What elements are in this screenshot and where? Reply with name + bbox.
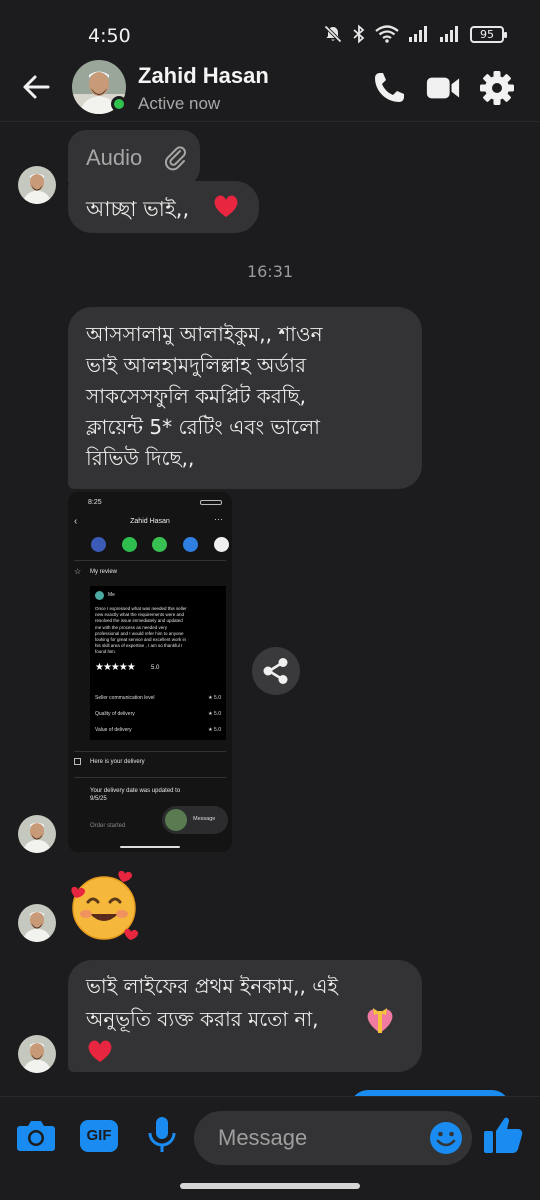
microphone-icon[interactable] <box>146 1115 178 1155</box>
shared-screenshot-image[interactable]: 8:25 ‹ Zahid Hasan ··· ☆ My review Me On… <box>68 492 232 852</box>
messages-icon <box>152 537 167 552</box>
message-input[interactable]: Message <box>194 1111 472 1165</box>
shot-divider <box>74 777 226 778</box>
shot-divider <box>74 751 226 752</box>
review-line: found him. <box>95 649 117 655</box>
message-text-line: সাকসেসফুলি কমপ্লিট করছি, <box>86 384 306 408</box>
contact-name[interactable]: Zahid Hasan <box>138 63 269 89</box>
emoji-icon[interactable] <box>428 1120 464 1156</box>
gif-button[interactable]: GIF <box>80 1120 118 1152</box>
delivery-date-line: Your delivery date was updated to <box>90 788 181 794</box>
shot-review-card: Me Once I expressed what was needed this… <box>90 586 226 740</box>
battery-level: 95 <box>480 27 494 41</box>
sender-avatar[interactable] <box>18 166 56 204</box>
message-bubble[interactable]: ভাই লাইফের প্রথম ইনকাম,, এই অনুভূতি ব্যক… <box>68 960 422 1072</box>
message-placeholder: Message <box>218 1125 308 1150</box>
bluetooth-icon <box>353 24 365 44</box>
phone-icon[interactable] <box>371 70 407 106</box>
review-line: resolved the issue immediately and updat… <box>95 618 183 624</box>
status-icons: 95 <box>323 24 507 44</box>
delivery-date-line: 9/5/25 <box>90 796 107 802</box>
thumbs-up-icon[interactable] <box>482 1115 524 1155</box>
message-text: আচ্ছা ভাই,, <box>86 197 190 221</box>
criteria-label: Value of delivery <box>95 727 132 733</box>
share-icon <box>263 658 288 684</box>
facebook-icon <box>91 537 106 552</box>
conversation-header: Zahid Hasan Active now <box>0 56 540 122</box>
criteria-score-value: 5.0 <box>214 727 221 733</box>
five-star-rating-icon: ★★★★★ <box>95 662 136 673</box>
shot-more-icon: ··· <box>214 514 223 524</box>
shot-time: 8:25 <box>88 499 102 506</box>
criteria-score: ★ 5.0 <box>208 695 221 701</box>
criteria-label: Seller communication level <box>95 695 155 701</box>
message-text-line: ভাই আলহামদুলিল্লাহ অর্ডার <box>86 353 306 377</box>
online-status-dot <box>111 96 127 112</box>
heart-with-ribbon-emoji-icon <box>367 1008 393 1033</box>
message-text-line: ভাই লাইফের প্রথম ইনকাম,, এই <box>86 974 338 998</box>
reviewer-avatar <box>95 591 104 600</box>
share-button[interactable] <box>252 647 300 695</box>
message-text-line: ক্লায়েন্ট 5* রেটিং এবং ভালো <box>86 415 320 439</box>
shot-divider <box>74 560 226 561</box>
shot-my-review: My review <box>90 569 118 575</box>
active-status: Active now <box>138 94 221 113</box>
shot-order-started: Order started <box>90 823 126 829</box>
status-bar: 4:50 95 <box>0 0 540 62</box>
heart-emoji-icon <box>88 1040 112 1062</box>
audio-label: Audio <box>86 145 143 170</box>
shot-pill-avatar <box>165 809 187 831</box>
back-arrow-icon[interactable] <box>18 68 56 106</box>
wifi-icon <box>375 25 399 43</box>
message-text-line: অনুভূতি ব্যক্ত করার মতো না, <box>86 1007 319 1031</box>
battery-indicator: 95 <box>470 25 507 43</box>
status-time: 4:50 <box>88 25 131 47</box>
shot-message-pill: Message <box>162 806 228 834</box>
criteria-row: Seller communication level ★ 5.0 <box>95 695 221 701</box>
star-outline-icon: ☆ <box>74 567 82 576</box>
sender-avatar[interactable] <box>18 815 56 853</box>
shot-status-icons <box>200 500 222 505</box>
signal-2-icon <box>440 26 458 42</box>
box-icon <box>74 758 81 765</box>
shot-title: Zahid Hasan <box>130 518 170 525</box>
criteria-score: ★ 5.0 <box>208 727 221 733</box>
smiling-face-with-hearts-emoji-icon[interactable] <box>68 870 142 942</box>
gif-label: GIF <box>86 1127 112 1144</box>
heart-emoji-icon <box>214 195 238 217</box>
message-text-line: আসসালামু আলাইকুম,, শাওন <box>86 322 323 346</box>
criteria-label: Quality of delivery <box>95 711 135 717</box>
sender-avatar[interactable] <box>18 1035 56 1073</box>
home-indicator[interactable] <box>180 1183 360 1189</box>
upload-icon <box>214 537 229 552</box>
camera-icon[interactable] <box>16 1117 56 1153</box>
criteria-row: Value of delivery ★ 5.0 <box>95 727 221 733</box>
sender-avatar[interactable] <box>18 904 56 942</box>
mail-icon <box>183 537 198 552</box>
message-bubble[interactable]: আসসালামু আলাইকুম,, শাওন ভাই আলহামদুলিল্ল… <box>68 307 422 489</box>
shot-message-label: Message <box>193 816 216 822</box>
criteria-row: Quality of delivery ★ 5.0 <box>95 711 221 717</box>
criteria-score: ★ 5.0 <box>208 711 221 717</box>
attachment-clip-icon <box>165 146 186 171</box>
signal-1-icon <box>409 26 427 42</box>
gear-icon[interactable] <box>479 70 515 106</box>
shot-home-bar <box>120 846 180 848</box>
message-bubble[interactable]: আচ্ছা ভাই,, <box>68 181 259 233</box>
audio-attachment-bubble[interactable]: Audio <box>68 130 200 186</box>
message-text-line: রিভিউ দিছে,, <box>86 446 195 470</box>
whatsapp-icon <box>122 537 137 552</box>
shot-delivery-label: Here is your delivery <box>90 759 145 765</box>
criteria-score-value: 5.0 <box>214 711 221 717</box>
reviewer-name: Me <box>108 592 115 598</box>
video-call-icon[interactable] <box>425 70 461 106</box>
mute-icon <box>324 25 342 43</box>
message-timestamp: 16:31 <box>246 262 294 281</box>
rating-value: 5.0 <box>151 665 160 671</box>
criteria-score-value: 5.0 <box>214 695 221 701</box>
